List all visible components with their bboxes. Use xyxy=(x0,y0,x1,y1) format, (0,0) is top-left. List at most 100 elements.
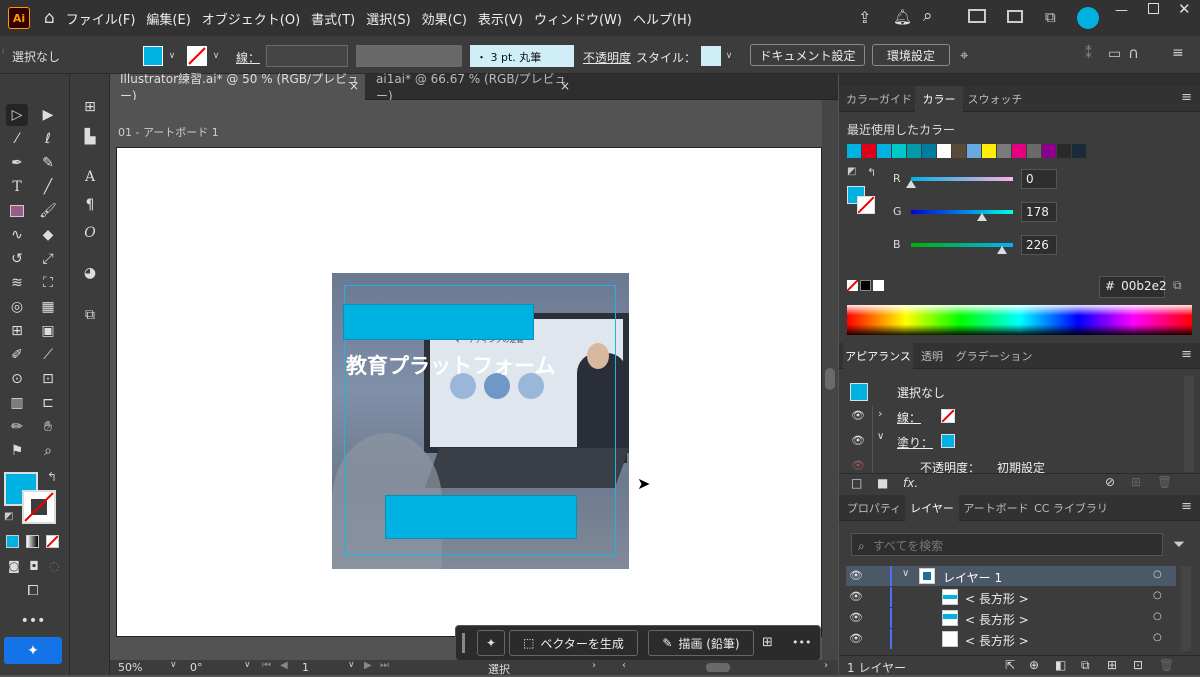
menu-help[interactable]: ヘルプ(H) xyxy=(633,9,692,28)
zoom-field[interactable]: 50% xyxy=(118,661,142,674)
collect-export-icon[interactable]: ⊡ xyxy=(1133,658,1143,672)
share-icon[interactable]: ⇪ xyxy=(858,8,871,27)
top-rectangle[interactable] xyxy=(343,304,534,340)
delete-layer-icon[interactable]: 🗑︎ xyxy=(1159,658,1174,672)
layers-scrollbar[interactable] xyxy=(1181,566,1191,651)
magic-wand-icon[interactable]: ⁄ xyxy=(6,128,28,150)
close-icon[interactable]: × xyxy=(349,79,359,93)
b-slider-thumb[interactable] xyxy=(996,246,1007,254)
scroll-thumb[interactable] xyxy=(825,368,835,390)
mesh-icon[interactable]: ⊞ xyxy=(6,320,28,342)
style-dropdown[interactable]: ∨ xyxy=(722,46,736,66)
line-icon[interactable]: ╱ xyxy=(37,176,59,198)
pathfinder-icon[interactable]: ∩ xyxy=(1128,44,1139,62)
color-mode-icon[interactable] xyxy=(6,535,19,548)
width-icon[interactable]: ≋ xyxy=(6,272,28,294)
preferences-button[interactable]: 環境設定 xyxy=(872,44,950,66)
recent-color-swatch[interactable] xyxy=(1042,144,1056,158)
drag-handle-icon[interactable]: ⁝ xyxy=(2,48,4,56)
rotate-icon[interactable]: ↺ xyxy=(6,248,28,270)
menu-select[interactable]: 選択(S) xyxy=(366,9,410,28)
swap-colors-icon[interactable]: ↰ xyxy=(47,470,57,484)
layer-item-row[interactable]: 👁︎ < 長方形 > ○ xyxy=(846,629,1176,649)
clipping-mask-icon[interactable]: ◧ xyxy=(1055,658,1066,672)
hex-field[interactable]: #00b2e2 xyxy=(1099,276,1167,298)
scroll-right-arrow[interactable]: › xyxy=(824,660,828,671)
r-slider-thumb[interactable] xyxy=(906,180,916,188)
tab-color[interactable]: カラー xyxy=(915,86,963,112)
eye-icon[interactable]: 👁︎ xyxy=(849,590,863,603)
menu-file[interactable]: ファイル(F) xyxy=(66,9,136,28)
menu-effect[interactable]: 効果(C) xyxy=(422,9,467,28)
tab-artboards[interactable]: アートボード xyxy=(959,495,1033,521)
recent-color-swatch[interactable] xyxy=(1027,144,1041,158)
delete-item-icon[interactable]: 🗑︎ xyxy=(1157,475,1172,489)
white-swatch[interactable] xyxy=(873,280,884,291)
expand-arrow-icon[interactable]: › xyxy=(878,407,882,420)
paintbrush-icon[interactable]: 🖌︎ xyxy=(37,200,59,222)
eye-icon[interactable]: 👁︎ xyxy=(851,459,865,472)
rectangle-icon[interactable] xyxy=(6,200,28,222)
draw-pencil-button[interactable]: ✎ 描画 (鉛筆) xyxy=(648,630,754,656)
scroll-left-arrow[interactable]: ‹ xyxy=(622,660,626,671)
next-artboard-icon[interactable]: ▶ xyxy=(364,660,372,671)
horizontal-scroll-thumb[interactable] xyxy=(706,663,730,672)
flag-icon[interactable]: ⚑ xyxy=(6,440,28,462)
cc-icon[interactable] xyxy=(1077,7,1099,29)
more-tools-icon[interactable]: ••• xyxy=(21,610,46,632)
recent-color-swatch[interactable] xyxy=(1012,144,1026,158)
status-menu-arrow[interactable]: › xyxy=(592,660,596,671)
bell-icon[interactable]: 🔔︎ xyxy=(893,8,912,26)
collapse-arrow-icon[interactable]: ∨ xyxy=(902,568,909,579)
stroke-swatch[interactable] xyxy=(187,46,207,66)
curvature-icon[interactable]: ✎ xyxy=(37,152,59,174)
drag-handle-icon[interactable] xyxy=(462,633,465,653)
eyedropper-icon[interactable]: ✐ xyxy=(6,344,28,366)
generative-button[interactable]: ✦ xyxy=(4,637,62,664)
blend-icon[interactable]: ⊙ xyxy=(6,368,28,390)
item-name[interactable]: < 長方形 > xyxy=(965,590,1029,607)
item-name[interactable]: < 長方形 > xyxy=(965,632,1029,649)
add-stroke-icon[interactable]: □ xyxy=(851,476,862,490)
opacity-label[interactable]: 不透明度 xyxy=(583,49,631,66)
new-sublayer-icon[interactable]: ⧉ xyxy=(1081,658,1090,673)
fill-attribute-label[interactable]: 塗り： xyxy=(897,434,933,451)
export-icon[interactable]: ⇱ xyxy=(1005,658,1015,672)
tab-layers[interactable]: レイヤー xyxy=(905,495,959,521)
direct-selection-icon[interactable]: ▶ xyxy=(37,104,59,126)
stroke-attribute-label[interactable]: 線： xyxy=(897,409,921,426)
puppet-warp-icon[interactable]: ⌖ xyxy=(960,46,968,64)
paragraph-icon[interactable]: ¶ xyxy=(79,194,101,216)
menu-object[interactable]: オブジェクト(O) xyxy=(202,9,300,28)
hand-icon[interactable]: ✋︎ xyxy=(37,416,59,438)
pen-icon[interactable]: ✒ xyxy=(6,152,28,174)
align-icon[interactable]: ⁑ xyxy=(1085,46,1092,62)
menu-edit[interactable]: 編集(E) xyxy=(146,9,190,28)
brush-field[interactable]: ・ 3 pt. 丸筆 xyxy=(470,45,574,67)
collapse-arrow-icon[interactable]: ∨ xyxy=(877,431,884,442)
recent-color-swatch[interactable] xyxy=(847,144,861,158)
fill-dropdown[interactable]: ∨ xyxy=(165,46,179,66)
none-swatch[interactable] xyxy=(847,280,858,291)
draw-behind-icon[interactable]: ◘ xyxy=(23,555,45,577)
tab-cc-libraries[interactable]: CC ライブラリ xyxy=(1033,495,1109,521)
scale-icon[interactable]: ⤢ xyxy=(37,248,59,270)
artboard-number[interactable]: 1 xyxy=(302,661,309,674)
eraser-icon[interactable]: ◆ xyxy=(37,224,59,246)
free-transform-icon[interactable]: ⛶ xyxy=(37,272,59,294)
menu-icon[interactable]: ≡ xyxy=(1172,45,1184,61)
rotate-dropdown[interactable]: ∨ xyxy=(244,660,251,670)
add-fill-icon[interactable]: ■ xyxy=(877,476,888,490)
zoom-icon[interactable]: ⌕ xyxy=(37,440,59,462)
tab-appearance[interactable]: アピアランス xyxy=(843,343,913,369)
symbol-sprayer-icon[interactable]: ⊡ xyxy=(37,368,59,390)
menu-type[interactable]: 書式(T) xyxy=(311,9,355,28)
draw-normal-icon[interactable]: ◙ xyxy=(3,555,25,577)
recent-color-swatch[interactable] xyxy=(862,144,876,158)
generate-vector-button[interactable]: ⬚ ベクターを生成 xyxy=(509,630,638,656)
first-artboard-icon[interactable]: ⏮ xyxy=(262,660,271,671)
search-icon[interactable]: ⌕ xyxy=(923,6,933,26)
eye-icon[interactable]: 👁︎ xyxy=(849,569,863,582)
variable-width-field[interactable] xyxy=(356,45,462,67)
stroke-weight-field[interactable] xyxy=(266,45,348,67)
